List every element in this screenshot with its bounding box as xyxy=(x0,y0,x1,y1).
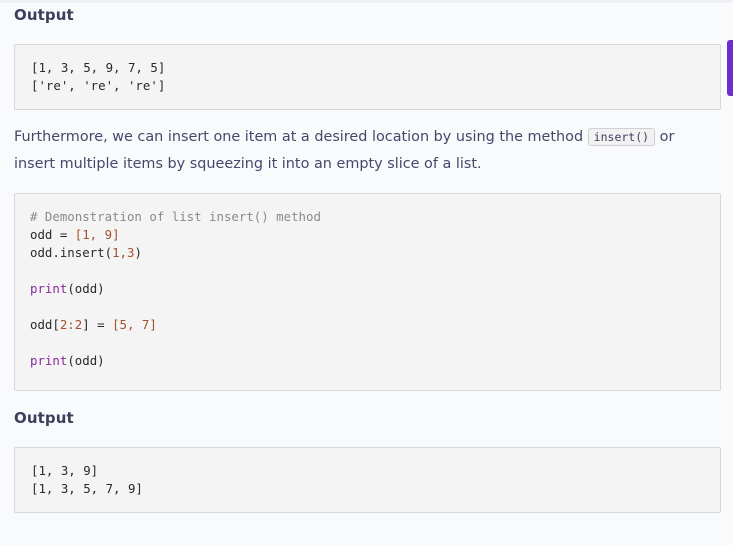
output-block: [1, 3, 9] [1, 3, 5, 7, 9] xyxy=(14,447,721,513)
explanation-paragraph: Furthermore, we can insert one item at a… xyxy=(14,124,719,178)
output-block: [1, 3, 5, 9, 7, 5] ['re', 're', 're'] xyxy=(14,44,721,110)
code-token: (odd) xyxy=(67,353,105,368)
output-heading: Output xyxy=(14,409,74,427)
output-line: [1, 3, 5, 9, 7, 5] xyxy=(31,60,166,75)
output-line: ['re', 're', 're'] xyxy=(31,78,166,93)
code-line: print(odd) xyxy=(30,280,705,298)
code-token: [1, 9] xyxy=(74,227,120,242)
code-token: odd.insert( xyxy=(30,245,113,260)
code-line: odd[2:2] = [5, 7] xyxy=(30,316,705,334)
side-tab-handle[interactable] xyxy=(727,40,733,96)
code-token: 2:2 xyxy=(59,317,83,332)
output-heading: Output xyxy=(14,6,74,24)
code-keyword: print xyxy=(30,353,68,368)
code-line: odd.insert(1,3) xyxy=(30,244,705,262)
code-token: [5, 7] xyxy=(112,317,157,332)
code-token: odd = xyxy=(30,227,75,242)
code-keyword: print xyxy=(30,281,68,296)
top-edge xyxy=(0,0,733,3)
output-line: [1, 3, 9] xyxy=(31,463,99,478)
code-block: # Demonstration of list insert() method … xyxy=(14,193,721,391)
code-token: (odd) xyxy=(67,281,105,296)
code-line: odd = [1, 9] xyxy=(30,226,705,244)
inline-code: insert() xyxy=(587,128,656,146)
paragraph-text: Furthermore, we can insert one item at a… xyxy=(14,129,588,145)
code-token: 1,3 xyxy=(112,245,135,260)
code-token: ] = xyxy=(82,317,113,332)
code-line: print(odd) xyxy=(30,352,705,370)
code-comment: # Demonstration of list insert() method xyxy=(30,209,321,224)
code-token: odd[ xyxy=(30,317,60,332)
code-token: ) xyxy=(134,245,142,260)
output-line: [1, 3, 5, 7, 9] xyxy=(31,481,143,496)
